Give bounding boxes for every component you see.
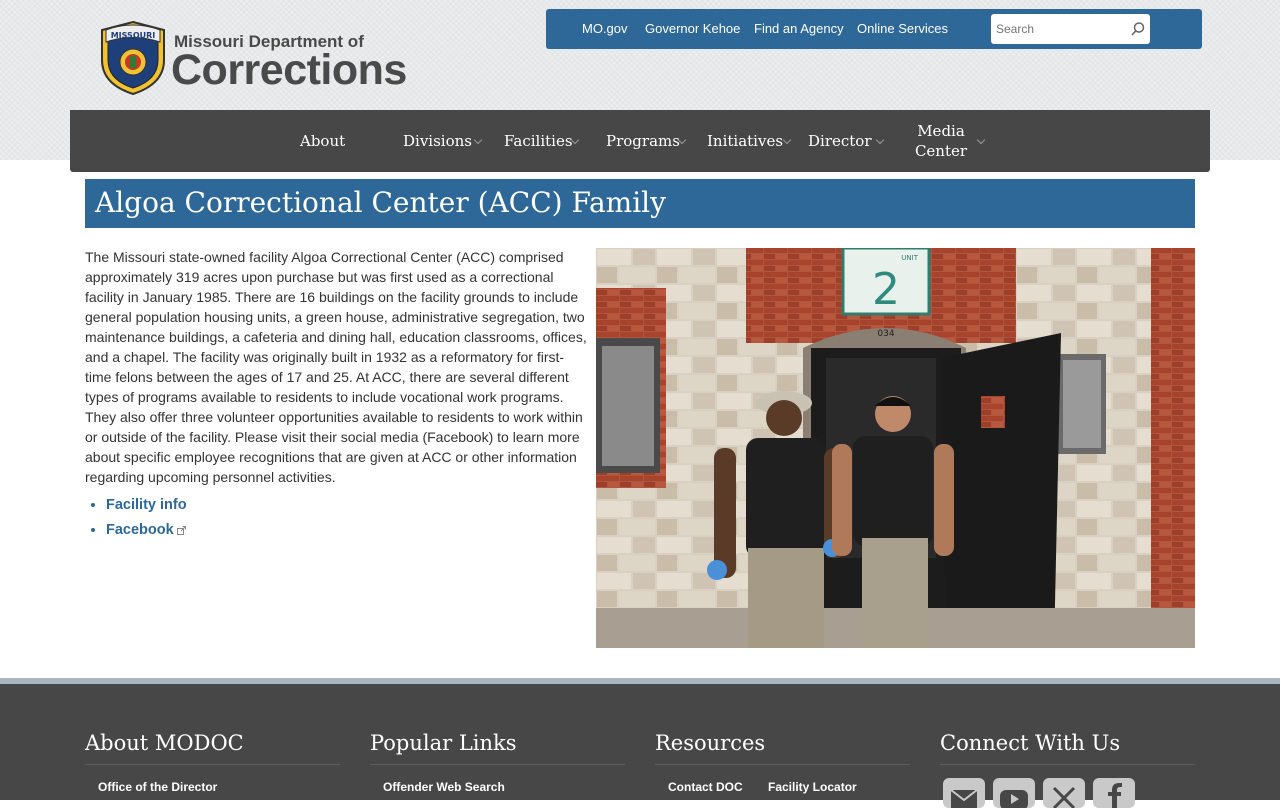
- nav-item-about[interactable]: About: [300, 110, 345, 172]
- facility-info-link[interactable]: Facility info: [106, 497, 187, 513]
- nav-label: Divisions: [403, 132, 472, 150]
- footer-divider: [940, 764, 1195, 765]
- footer-link-office-director[interactable]: Office of the Director: [98, 780, 217, 794]
- nav-item-initiatives[interactable]: Initiatives: [707, 110, 783, 172]
- link-list: Facility info Facebook: [85, 496, 187, 546]
- utility-link-find-agency[interactable]: Find an Agency: [754, 21, 844, 36]
- svg-text:UNIT: UNIT: [901, 254, 918, 262]
- chevron-down-icon: [875, 135, 885, 145]
- list-item: Facility info: [106, 496, 187, 515]
- nav-item-programs[interactable]: Programs: [606, 110, 680, 172]
- footer-heading-connect: Connect With Us: [940, 731, 1121, 755]
- external-link-icon: [176, 525, 186, 535]
- list-item: Facebook: [106, 521, 187, 540]
- facility-description: The Missouri state-owned facility Algoa …: [85, 249, 587, 485]
- email-icon[interactable]: [943, 778, 985, 808]
- nav-label: Programs: [606, 132, 680, 150]
- nav-label: Media: [917, 122, 965, 140]
- footer-heading-about: About MODOC: [85, 731, 244, 755]
- nav-label: About: [300, 132, 346, 150]
- nav-item-facilities[interactable]: Facilities: [504, 110, 573, 172]
- facebook-link[interactable]: Facebook: [106, 522, 174, 538]
- footer-link-facility-locator[interactable]: Facility Locator: [768, 780, 857, 794]
- site-footer: About MODOC Office of the Director Popul…: [0, 684, 1280, 808]
- footer-heading-popular-links: Popular Links: [370, 731, 517, 755]
- footer-divider: [655, 764, 910, 765]
- chevron-down-icon: [473, 135, 483, 145]
- facility-photo: UNIT 2 034: [596, 248, 1195, 648]
- utility-link-online-services[interactable]: Online Services: [857, 21, 948, 36]
- chevron-down-icon: [976, 135, 986, 145]
- facebook-icon[interactable]: [1093, 778, 1135, 808]
- seal-icon: MISSOURI: [101, 20, 165, 96]
- search-icon[interactable]: [1130, 21, 1146, 37]
- svg-text:MISSOURI: MISSOURI: [111, 31, 156, 40]
- footer-link-offender-search[interactable]: Offender Web Search: [383, 780, 505, 794]
- facility-photo-illustration: UNIT 2 034: [596, 248, 1195, 648]
- nav-label: Center: [914, 142, 968, 160]
- page-title: Algoa Correctional Center (ACC) Family: [95, 186, 666, 219]
- youtube-icon[interactable]: [993, 778, 1035, 808]
- svg-text:034: 034: [877, 329, 894, 339]
- footer-divider: [85, 764, 340, 765]
- nav-item-director[interactable]: Director: [808, 110, 872, 172]
- page-title-bar: Algoa Correctional Center (ACC) Family: [85, 179, 1195, 228]
- main-nav: About Divisions Facilities Programs Init…: [70, 110, 1210, 172]
- logo-title: Corrections: [171, 46, 407, 94]
- utility-bar: MO.gov Governor Kehoe Find an Agency Onl…: [546, 9, 1202, 49]
- utility-link-governor[interactable]: Governor Kehoe: [645, 21, 740, 36]
- nav-item-divisions[interactable]: Divisions: [403, 110, 472, 172]
- footer-link-contact-doc[interactable]: Contact DOC: [668, 780, 743, 794]
- footer-heading-resources: Resources: [655, 731, 766, 755]
- nav-label: Initiatives: [707, 132, 784, 150]
- search-input[interactable]: [991, 14, 1126, 44]
- nav-label-wrap: Media Center: [915, 121, 967, 161]
- svg-text:2: 2: [872, 264, 900, 315]
- nav-item-media-center[interactable]: Media Center: [915, 110, 967, 172]
- x-icon[interactable]: [1043, 778, 1085, 808]
- agency-logo[interactable]: MISSOURI Missouri Department of Correcti…: [98, 20, 418, 96]
- nav-label: Facilities: [504, 132, 573, 150]
- nav-label: Director: [808, 132, 872, 150]
- utility-link-mo-gov[interactable]: MO.gov: [582, 21, 628, 36]
- footer-divider: [370, 764, 625, 765]
- chevron-down-icon: [782, 135, 792, 145]
- search-box: [991, 14, 1150, 44]
